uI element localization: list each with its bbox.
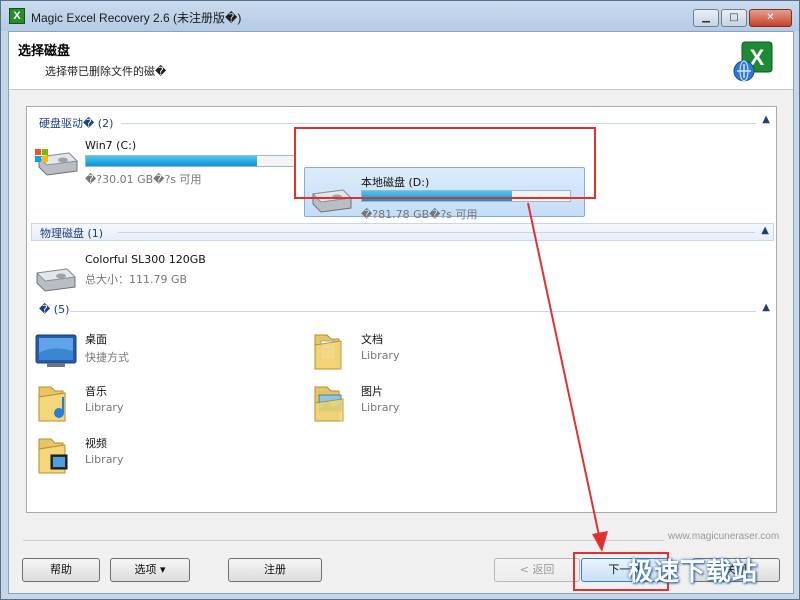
folder-name: 图片	[361, 385, 383, 398]
options-button[interactable]: 选项 ▾	[110, 558, 190, 582]
usage-bar	[85, 155, 295, 167]
music-folder-icon	[38, 386, 66, 422]
folder-type: Library	[361, 401, 400, 414]
group-divider	[71, 311, 756, 312]
watermark-text: 极速下载站	[628, 557, 759, 586]
drive-free-space: �?30.01 GB�?s 可用	[85, 173, 202, 186]
hard-drive-icon	[35, 268, 77, 292]
group-folders-label: � (5)	[39, 303, 70, 316]
page-subtitle: 选择带已删除文件的磁�	[45, 65, 167, 78]
client-area: 选择磁盘 选择带已删除文件的磁� X 硬盘驱动� (2) ▲ Win7 (C:)…	[8, 31, 794, 594]
app-window: X Magic Excel Recovery 2.6 (未注册版�) ▁ □ ✕…	[0, 0, 800, 600]
collapse-chevron-icon[interactable]: ▲	[762, 302, 770, 313]
minimize-button[interactable]: ▁	[693, 9, 719, 27]
folder-type: 快捷方式	[85, 351, 129, 364]
desktop-icon	[35, 334, 77, 367]
group-hard-drives-label: 硬盘驱动� (2)	[39, 117, 114, 130]
folder-type: Library	[85, 401, 124, 414]
folder-name: 音乐	[85, 385, 107, 398]
group-folders[interactable]: � (5) ▲	[31, 302, 774, 319]
folder-name: 视频	[85, 437, 107, 450]
folder-name: 文档	[361, 333, 383, 346]
page-title: 选择磁盘	[18, 44, 71, 59]
close-button[interactable]: ✕	[749, 9, 792, 27]
excel-x-logo: X	[733, 41, 773, 82]
group-physical-disks-label: 物理磁盘 (1)	[40, 227, 104, 240]
folder-type: Library	[361, 349, 400, 362]
windows-drive-icon	[35, 149, 79, 176]
maximize-button[interactable]: □	[721, 9, 747, 27]
collapse-chevron-icon[interactable]: ▲	[762, 114, 770, 125]
disk-total-size: 总大小：111.79 GB	[85, 273, 188, 286]
drive-item-c[interactable]: Win7 (C:) �?30.01 GB�?s 可用	[29, 133, 299, 186]
header-panel: 选择磁盘 选择带已删除文件的磁� X	[9, 32, 793, 90]
pictures-folder-icon	[314, 386, 344, 422]
drive-name: Win7 (C:)	[85, 139, 137, 152]
disk-name: Colorful SL300 120GB	[85, 253, 206, 266]
excel-recovery-app-icon: X	[9, 8, 25, 24]
group-divider	[118, 232, 755, 233]
folder-name: 桌面	[85, 333, 107, 346]
documents-folder-icon	[314, 334, 342, 370]
drive-free-space: �?81.78 GB�?s 可用	[361, 208, 478, 221]
folder-item-music[interactable]: 音乐 Library	[29, 377, 289, 427]
folder-type: Library	[85, 453, 124, 466]
annotation-highlight-drive	[294, 127, 596, 199]
folder-item-documents[interactable]: 文档 Library	[305, 325, 565, 375]
back-button[interactable]: < 返回	[494, 558, 580, 582]
window-title: Magic Excel Recovery 2.6 (未注册版�)	[31, 11, 242, 25]
website-link[interactable]: www.magicuneraser.com	[664, 531, 784, 542]
title-bar[interactable]: X Magic Excel Recovery 2.6 (未注册版�) ▁ □ ✕	[1, 1, 799, 31]
folder-item-pictures[interactable]: 图片 Library	[305, 377, 565, 427]
register-button[interactable]: 注册	[228, 558, 322, 582]
group-physical-disks[interactable]: 物理磁盘 (1) ▲	[31, 223, 774, 241]
collapse-chevron-icon[interactable]: ▲	[761, 225, 769, 236]
folder-item-desktop[interactable]: 桌面 快捷方式	[29, 325, 289, 375]
physical-disk-item[interactable]: Colorful SL300 120GB 总大小：111.79 GB	[29, 247, 299, 297]
group-divider	[121, 123, 756, 124]
help-button[interactable]: 帮助	[22, 558, 100, 582]
videos-folder-icon	[38, 438, 68, 474]
folder-item-videos[interactable]: 视频 Library	[29, 429, 289, 479]
usage-bar-fill	[86, 156, 257, 166]
